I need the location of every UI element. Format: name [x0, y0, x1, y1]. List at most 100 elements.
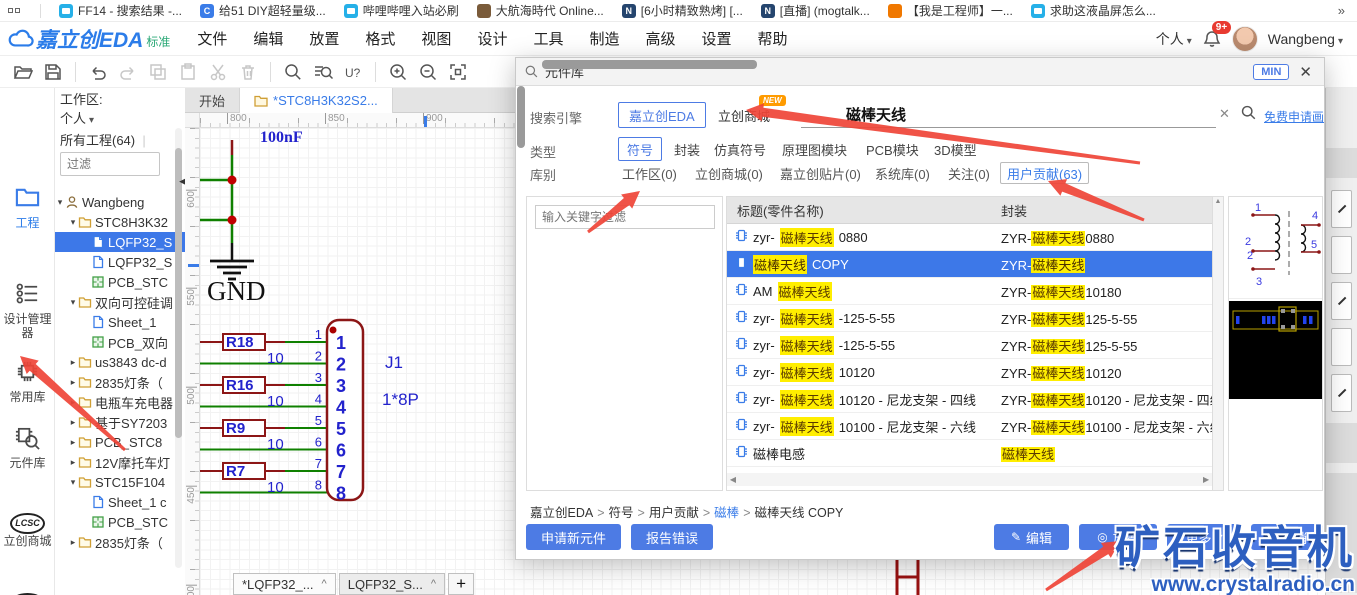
zoom-out-icon[interactable]	[413, 59, 443, 85]
tree-caret-icon[interactable]: ▸	[68, 377, 78, 388]
tree-item-双向可控硅调[interactable]: ▾ 双向可控硅调	[55, 292, 185, 312]
tree-item-Sheet_1[interactable]: Sheet_1	[55, 312, 185, 332]
project-tree-scrollbar-thumb[interactable]	[175, 148, 182, 438]
tree-caret-icon[interactable]: ▾	[68, 217, 78, 228]
bookmarks-overflow-chevron[interactable]: »	[1338, 3, 1345, 18]
find-similar-icon[interactable]	[308, 59, 338, 85]
tree-item-基于SY7203[interactable]: ▸ 基于SY7203	[55, 412, 185, 432]
tree-item-Sheet_1 c[interactable]: Sheet_1 c	[55, 492, 185, 512]
table-row[interactable]: zyr- 磁棒天线 -125-5-55 ZYR-磁棒天线125-5-55	[727, 305, 1212, 332]
tree-item-us3843 dc-d[interactable]: ▸ us3843 dc-d	[55, 352, 185, 372]
menu-item-制造[interactable]: 制造	[576, 24, 632, 53]
tool-slot[interactable]	[1331, 328, 1352, 366]
tree-item-Wangbeng[interactable]: ▾ Wangbeng	[55, 192, 185, 212]
tree-caret-icon[interactable]: ▸	[68, 437, 78, 448]
type-tab-符号[interactable]: 符号	[618, 137, 663, 161]
sidebar-item-常用库[interactable]: 常用库	[0, 358, 55, 404]
tree-caret-icon[interactable]: ▾	[68, 477, 78, 488]
bookmark-item[interactable]: 哔哩哔哩入站必刷	[343, 2, 459, 19]
user-menu[interactable]: Wangbeng ▾	[1268, 31, 1343, 47]
app-logo[interactable]: 嘉立创EDA 标准	[8, 24, 170, 54]
menu-item-设置[interactable]: 设置	[689, 24, 745, 53]
sidebar-item-立创商城[interactable]: LCSC 立创商城	[0, 513, 55, 548]
minimize-button[interactable]: MIN	[1253, 63, 1290, 80]
sidebar-item-工程[interactable]: 工程	[0, 184, 55, 230]
menu-item-视图[interactable]: 视图	[408, 24, 464, 53]
zoom-in-icon[interactable]	[383, 59, 413, 85]
library-tab-系统库(0)[interactable]: 系统库(0)	[869, 162, 936, 184]
unit-icon[interactable]: U?	[338, 59, 368, 85]
tree-item-2835灯条（[interactable]: ▸ 2835灯条（	[55, 372, 185, 392]
add-sheet-button[interactable]: +	[448, 573, 475, 595]
table-row[interactable]: zyr- 磁棒天线 0880 ZYR-磁棒天线0880	[727, 224, 1212, 251]
library-tab-用户贡献(63)[interactable]: 用户贡献(63)	[1000, 162, 1090, 184]
button-申请新元件[interactable]: 申请新元件	[526, 524, 621, 550]
tree-caret-icon[interactable]: ▸	[68, 417, 78, 428]
tree-item-2835灯条（[interactable]: ▸ 2835灯条（	[55, 532, 185, 552]
menu-item-编辑[interactable]: 编辑	[240, 24, 296, 53]
menu-item-工具[interactable]: 工具	[520, 24, 576, 53]
table-row[interactable]: zyr- 磁棒天线 10120 - 尼龙支架 - 四线 ZYR-磁棒天线10120 -…	[727, 386, 1212, 413]
bookmark-item[interactable]: 求助这液晶屏怎么...	[1030, 2, 1156, 19]
tree-caret-icon[interactable]: ▸	[68, 397, 78, 408]
tree-item-LQFP32_S[interactable]: LQFP32_S	[55, 252, 185, 272]
tree-caret-icon[interactable]: ▾	[55, 197, 65, 208]
open-icon[interactable]	[8, 59, 38, 85]
apps-grid-icon[interactable]	[8, 8, 20, 13]
search-icon[interactable]	[278, 59, 308, 85]
tree-item-PCB_STC[interactable]: PCB_STC	[55, 272, 185, 292]
tree-item-LQFP32_S[interactable]: LQFP32_S	[55, 232, 185, 252]
breadcrumb-item[interactable]: 磁棒	[714, 506, 739, 520]
all-projects-label[interactable]: 所有工程(64) |	[60, 130, 146, 149]
sidebar-item-设计管理器[interactable]: 设计管理器	[0, 280, 55, 340]
sheet-tab-current[interactable]: *LQFP32_... ^	[233, 573, 336, 595]
library-tab-嘉立创贴片(0)[interactable]: 嘉立创贴片(0)	[774, 162, 867, 184]
tree-item-电瓶车充电器[interactable]: ▸ 电瓶车充电器	[55, 392, 185, 412]
type-tab-封装[interactable]: 封装	[666, 137, 708, 161]
tree-item-PCB_STC[interactable]: PCB_STC	[55, 512, 185, 532]
menu-item-格式[interactable]: 格式	[352, 24, 408, 53]
tree-caret-icon[interactable]: ▸	[68, 537, 78, 548]
library-search-input[interactable]	[801, 102, 1216, 128]
button-编辑[interactable]: ✎ 编辑	[994, 524, 1069, 550]
undo-icon[interactable]	[83, 59, 113, 85]
table-row[interactable]: AM 磁棒天线 ZYR-磁棒天线10180	[727, 278, 1212, 305]
tab-schematic-document[interactable]: *STC8H3K32S2...	[239, 88, 393, 113]
tool-slot[interactable]	[1331, 236, 1352, 274]
menu-item-文件[interactable]: 文件	[184, 24, 240, 53]
table-vertical-scrollbar[interactable]: ▲	[1213, 196, 1224, 491]
tree-caret-icon[interactable]: ▸	[68, 457, 78, 468]
table-hscroll-thumb[interactable]	[542, 60, 757, 69]
save-icon[interactable]	[38, 59, 68, 85]
table-vscroll-thumb[interactable]	[517, 86, 525, 148]
clear-search-icon[interactable]: ✕	[1219, 106, 1230, 122]
bookmark-item[interactable]: FF14 - 搜索结果 -...	[59, 2, 182, 19]
bookmark-item[interactable]: 大航海時代 Online...	[476, 2, 604, 19]
button-报告错误[interactable]: 报告错误	[631, 524, 713, 550]
sidebar-item-元件库[interactable]: 元件库	[0, 424, 55, 470]
tool-slot[interactable]	[1331, 282, 1352, 320]
panel-collapse-icon[interactable]: ◀	[179, 176, 185, 187]
project-filter-input[interactable]	[60, 152, 160, 176]
tree-item-STC8H3K32[interactable]: ▾ STC8H3K32	[55, 212, 185, 232]
menu-item-高级[interactable]: 高级	[632, 24, 688, 53]
close-icon[interactable]: ✕	[1295, 63, 1316, 81]
bookmark-item[interactable]: N [6小时精致熟烤] [...	[621, 2, 743, 19]
bookmark-item[interactable]: C 给51 DIY超轻量级...	[200, 2, 326, 19]
tree-caret-icon[interactable]: ▸	[68, 357, 78, 368]
table-row[interactable]: 磁棒电感 磁棒天线	[727, 440, 1212, 467]
avatar[interactable]	[1231, 25, 1258, 52]
tab-start[interactable]: 开始	[185, 88, 239, 113]
library-tab-关注(0)[interactable]: 关注(0)	[942, 162, 996, 184]
library-tab-立创商城(0)[interactable]: 立创商城(0)	[689, 162, 769, 184]
tool-slot[interactable]	[1331, 374, 1352, 412]
keyword-filter-input[interactable]	[535, 205, 715, 229]
type-tab-原理图模块[interactable]: 原理图模块	[774, 137, 855, 161]
fit-screen-icon[interactable]	[443, 59, 473, 85]
tool-slot[interactable]	[1331, 190, 1352, 228]
type-tab-PCB模块[interactable]: PCB模块	[858, 137, 927, 161]
tree-item-PCB_STC8[interactable]: ▸ PCB_STC8	[55, 432, 185, 452]
sheet-tab-other[interactable]: LQFP32_S... ^	[338, 573, 446, 595]
menu-item-帮助[interactable]: 帮助	[745, 24, 801, 53]
type-tab-3D模型[interactable]: 3D模型	[926, 137, 985, 161]
